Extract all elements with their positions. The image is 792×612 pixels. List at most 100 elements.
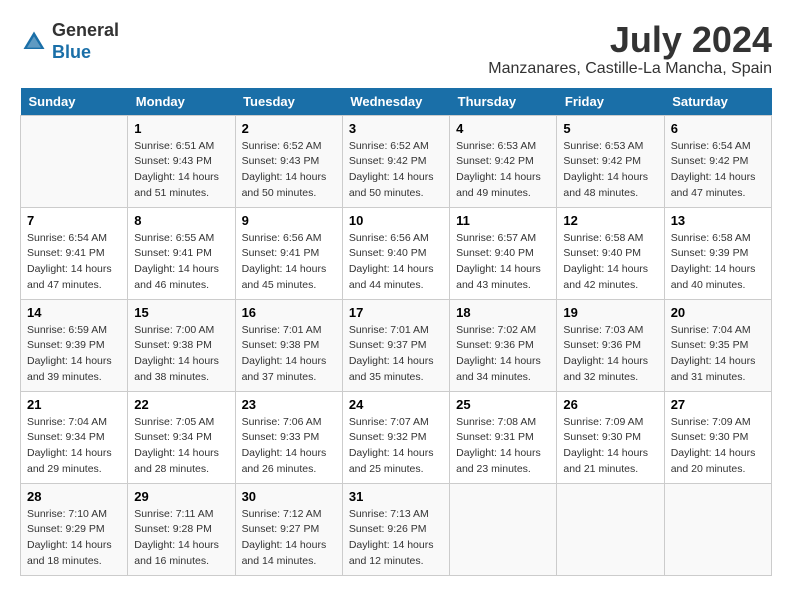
day-info: Sunrise: 6:53 AMSunset: 9:42 PMDaylight:… (456, 139, 550, 202)
header-saturday: Saturday (664, 88, 771, 116)
day-number: 14 (27, 305, 121, 320)
day-cell: 14 Sunrise: 6:59 AMSunset: 9:39 PMDayligh… (21, 299, 128, 391)
day-info: Sunrise: 6:59 AMSunset: 9:39 PMDaylight:… (27, 323, 121, 386)
day-cell: 18 Sunrise: 7:02 AMSunset: 9:36 PMDayligh… (450, 299, 557, 391)
day-info: Sunrise: 6:58 AMSunset: 9:40 PMDaylight:… (563, 231, 657, 294)
day-info: Sunrise: 7:08 AMSunset: 9:31 PMDaylight:… (456, 415, 550, 478)
day-number: 27 (671, 397, 765, 412)
day-cell (21, 115, 128, 207)
day-number: 23 (242, 397, 336, 412)
day-number: 13 (671, 213, 765, 228)
day-info: Sunrise: 7:11 AMSunset: 9:28 PMDaylight:… (134, 507, 228, 570)
day-cell (557, 483, 664, 575)
day-cell: 11Sunrise: 6:57 AMSunset: 9:40 PMDayligh… (450, 207, 557, 299)
day-info: Sunrise: 7:03 AMSunset: 9:36 PMDaylight:… (563, 323, 657, 386)
day-info: Sunrise: 6:54 AMSunset: 9:41 PMDaylight:… (27, 231, 121, 294)
day-number: 8 (134, 213, 228, 228)
day-info: Sunrise: 7:05 AMSunset: 9:34 PMDaylight:… (134, 415, 228, 478)
day-number: 22 (134, 397, 228, 412)
location-title: Manzanares, Castille-La Mancha, Spain (488, 60, 772, 78)
day-cell: 7 Sunrise: 6:54 AMSunset: 9:41 PMDaylight… (21, 207, 128, 299)
day-cell: 8 Sunrise: 6:55 AMSunset: 9:41 PMDaylight… (128, 207, 235, 299)
day-info: Sunrise: 6:56 AMSunset: 9:41 PMDaylight:… (242, 231, 336, 294)
day-cell: 16 Sunrise: 7:01 AMSunset: 9:38 PMDayligh… (235, 299, 342, 391)
day-cell: 28Sunrise: 7:10 AMSunset: 9:29 PMDayligh… (21, 483, 128, 575)
day-info: Sunrise: 6:54 AMSunset: 9:42 PMDaylight:… (671, 139, 765, 202)
day-number: 15 (134, 305, 228, 320)
week-row-3: 14 Sunrise: 6:59 AMSunset: 9:39 PMDayligh… (21, 299, 772, 391)
day-info: Sunrise: 6:52 AMSunset: 9:43 PMDaylight:… (242, 139, 336, 202)
day-info: Sunrise: 7:00 AMSunset: 9:38 PMDaylight:… (134, 323, 228, 386)
header-wednesday: Wednesday (342, 88, 449, 116)
week-row-4: 21Sunrise: 7:04 AMSunset: 9:34 PMDayligh… (21, 391, 772, 483)
calendar-header-row: SundayMondayTuesdayWednesdayThursdayFrid… (21, 88, 772, 116)
day-info: Sunrise: 7:01 AMSunset: 9:37 PMDaylight:… (349, 323, 443, 386)
day-cell: 23Sunrise: 7:06 AMSunset: 9:33 PMDayligh… (235, 391, 342, 483)
day-cell: 19 Sunrise: 7:03 AMSunset: 9:36 PMDayligh… (557, 299, 664, 391)
day-cell: 22 Sunrise: 7:05 AMSunset: 9:34 PMDayligh… (128, 391, 235, 483)
header-thursday: Thursday (450, 88, 557, 116)
day-cell (664, 483, 771, 575)
week-row-2: 7 Sunrise: 6:54 AMSunset: 9:41 PMDaylight… (21, 207, 772, 299)
day-cell (450, 483, 557, 575)
day-cell: 3 Sunrise: 6:52 AMSunset: 9:42 PMDaylight… (342, 115, 449, 207)
day-info: Sunrise: 7:12 AMSunset: 9:27 PMDaylight:… (242, 507, 336, 570)
calendar-table: SundayMondayTuesdayWednesdayThursdayFrid… (20, 88, 772, 576)
day-info: Sunrise: 7:07 AMSunset: 9:32 PMDaylight:… (349, 415, 443, 478)
day-info: Sunrise: 7:09 AMSunset: 9:30 PMDaylight:… (563, 415, 657, 478)
day-number: 26 (563, 397, 657, 412)
day-cell: 27Sunrise: 7:09 AMSunset: 9:30 PMDayligh… (664, 391, 771, 483)
day-cell: 25 Sunrise: 7:08 AMSunset: 9:31 PMDayligh… (450, 391, 557, 483)
day-number: 25 (456, 397, 550, 412)
logo: General Blue (20, 20, 119, 63)
day-cell: 15 Sunrise: 7:00 AMSunset: 9:38 PMDayligh… (128, 299, 235, 391)
week-row-5: 28Sunrise: 7:10 AMSunset: 9:29 PMDayligh… (21, 483, 772, 575)
day-info: Sunrise: 6:52 AMSunset: 9:42 PMDaylight:… (349, 139, 443, 202)
day-info: Sunrise: 6:56 AMSunset: 9:40 PMDaylight:… (349, 231, 443, 294)
day-info: Sunrise: 7:02 AMSunset: 9:36 PMDaylight:… (456, 323, 550, 386)
day-number: 7 (27, 213, 121, 228)
month-title: July 2024 (488, 20, 772, 60)
day-number: 21 (27, 397, 121, 412)
day-info: Sunrise: 6:51 AMSunset: 9:43 PMDaylight:… (134, 139, 228, 202)
header: General Blue July 2024 Manzanares, Casti… (20, 20, 772, 78)
logo-icon (20, 28, 48, 56)
day-number: 5 (563, 121, 657, 136)
day-cell: 29Sunrise: 7:11 AMSunset: 9:28 PMDayligh… (128, 483, 235, 575)
day-number: 6 (671, 121, 765, 136)
header-tuesday: Tuesday (235, 88, 342, 116)
day-cell: 9 Sunrise: 6:56 AMSunset: 9:41 PMDaylight… (235, 207, 342, 299)
logo-general: General Blue (52, 20, 119, 63)
day-info: Sunrise: 6:53 AMSunset: 9:42 PMDaylight:… (563, 139, 657, 202)
day-info: Sunrise: 7:01 AMSunset: 9:38 PMDaylight:… (242, 323, 336, 386)
day-number: 31 (349, 489, 443, 504)
day-number: 19 (563, 305, 657, 320)
day-info: Sunrise: 6:58 AMSunset: 9:39 PMDaylight:… (671, 231, 765, 294)
title-area: July 2024 Manzanares, Castille-La Mancha… (488, 20, 772, 78)
day-cell: 6 Sunrise: 6:54 AMSunset: 9:42 PMDaylight… (664, 115, 771, 207)
day-number: 9 (242, 213, 336, 228)
day-number: 18 (456, 305, 550, 320)
header-sunday: Sunday (21, 88, 128, 116)
day-info: Sunrise: 7:13 AMSunset: 9:26 PMDaylight:… (349, 507, 443, 570)
day-number: 2 (242, 121, 336, 136)
day-cell: 12Sunrise: 6:58 AMSunset: 9:40 PMDayligh… (557, 207, 664, 299)
day-number: 11 (456, 213, 550, 228)
day-cell: 1Sunrise: 6:51 AMSunset: 9:43 PMDaylight… (128, 115, 235, 207)
day-info: Sunrise: 7:04 AMSunset: 9:35 PMDaylight:… (671, 323, 765, 386)
day-number: 3 (349, 121, 443, 136)
day-cell: 31 Sunrise: 7:13 AMSunset: 9:26 PMDayligh… (342, 483, 449, 575)
day-info: Sunrise: 7:10 AMSunset: 9:29 PMDaylight:… (27, 507, 121, 570)
day-cell: 10 Sunrise: 6:56 AMSunset: 9:40 PMDayligh… (342, 207, 449, 299)
day-number: 16 (242, 305, 336, 320)
day-number: 10 (349, 213, 443, 228)
day-number: 24 (349, 397, 443, 412)
day-cell: 20Sunrise: 7:04 AMSunset: 9:35 PMDayligh… (664, 299, 771, 391)
day-cell: 17Sunrise: 7:01 AMSunset: 9:37 PMDayligh… (342, 299, 449, 391)
day-cell: 5 Sunrise: 6:53 AMSunset: 9:42 PMDaylight… (557, 115, 664, 207)
day-number: 30 (242, 489, 336, 504)
day-cell: 24 Sunrise: 7:07 AMSunset: 9:32 PMDayligh… (342, 391, 449, 483)
day-info: Sunrise: 6:55 AMSunset: 9:41 PMDaylight:… (134, 231, 228, 294)
header-monday: Monday (128, 88, 235, 116)
day-cell: 2 Sunrise: 6:52 AMSunset: 9:43 PMDaylight… (235, 115, 342, 207)
